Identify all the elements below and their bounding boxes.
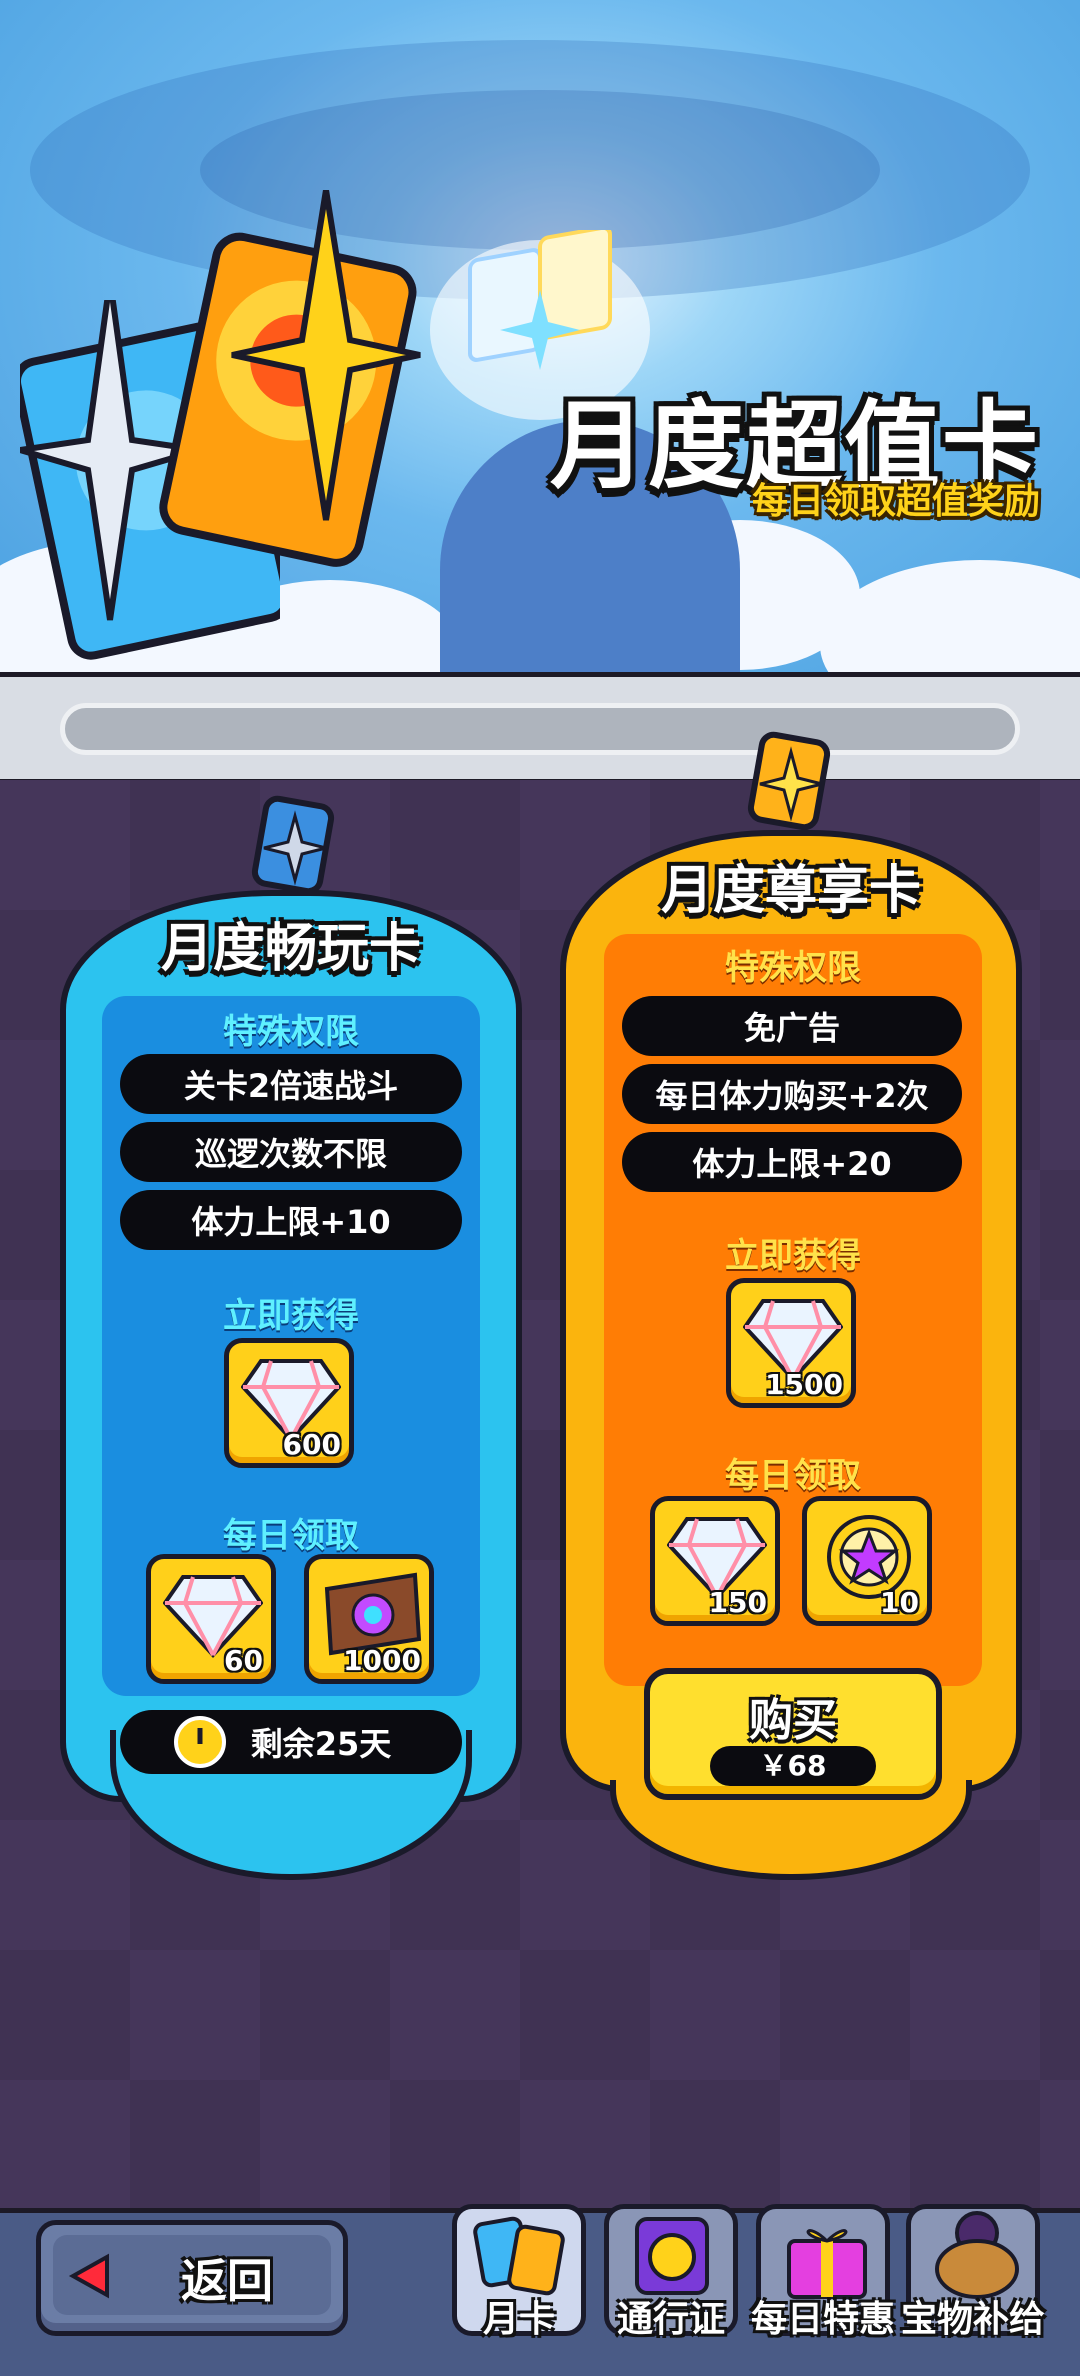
banner-subtitle: 每日领取超值奖励	[751, 481, 1040, 522]
play-daily-item-ticket[interactable]: 1000	[304, 1554, 434, 1684]
back-arrow-icon	[68, 2253, 109, 2299]
cloud	[820, 560, 1080, 672]
tab-monthly-card-label: 月卡	[482, 2299, 555, 2340]
vip-instant-label: 立即获得	[725, 1236, 861, 1276]
buy-button[interactable]: 购买 ￥68	[644, 1668, 942, 1800]
back-button-label: 返回	[181, 2254, 273, 2308]
play-privilege-3: 体力上限+10	[120, 1190, 462, 1250]
tab-daily-deals-label: 每日特惠	[750, 2299, 895, 2340]
tab-treasure-supply-label: 宝物补给	[900, 2299, 1045, 2340]
vip-daily-item-star-coin[interactable]: 10	[802, 1496, 932, 1626]
play-privilege-1: 关卡2倍速战斗	[120, 1054, 462, 1114]
vip-privileges-label: 特殊权限	[725, 948, 861, 988]
buy-button-label: 购买	[749, 1695, 837, 1746]
gold-star-card-icon	[159, 190, 421, 567]
play-daily-item-diamond[interactable]: 60	[146, 1554, 276, 1684]
item-quantity: 60	[224, 1644, 263, 1677]
play-card-title: 月度畅玩卡	[160, 919, 421, 979]
item-quantity: 1000	[343, 1644, 421, 1677]
remaining-days-pill: 剩余25天	[120, 1710, 462, 1774]
vip-daily-item-diamond[interactable]: 150	[650, 1496, 780, 1626]
clock-icon	[174, 1716, 226, 1768]
item-quantity: 10	[880, 1586, 919, 1619]
vip-privilege-3: 体力上限+20	[622, 1132, 962, 1192]
vip-card-badge-icon	[747, 731, 831, 831]
vip-daily-label: 每日领取	[725, 1456, 861, 1496]
vip-privilege-2: 每日体力购买+2次	[622, 1064, 962, 1124]
play-card-badge-icon	[251, 795, 335, 895]
item-quantity: 600	[282, 1428, 341, 1461]
gift-icon	[787, 2229, 867, 2299]
treasure-pot-icon	[935, 2211, 1019, 2299]
banner: 月度超值卡 每日领取超值奖励	[0, 0, 1080, 672]
item-quantity: 1500	[765, 1368, 843, 1401]
monthly-card-screen: 月度超值卡 每日领取超值奖励 月度畅玩卡 特殊权限 关卡2倍速战斗 巡逻次数不限…	[0, 0, 1080, 2376]
remaining-days-text: 剩余25天	[250, 1725, 392, 1763]
vip-card-title: 月度尊享卡	[660, 861, 921, 921]
monthly-card-icon	[473, 2216, 565, 2296]
scroll-divider	[0, 672, 1080, 784]
play-privileges-label: 特殊权限	[223, 1012, 359, 1052]
tab-pass-label: 通行证	[616, 2299, 725, 2340]
pass-icon	[635, 2217, 709, 2295]
play-privilege-2: 巡逻次数不限	[120, 1122, 462, 1182]
play-instant-item[interactable]: 600	[224, 1338, 354, 1468]
buy-price: ￥68	[710, 1746, 876, 1786]
item-quantity: 150	[708, 1586, 767, 1619]
divider-bar	[60, 703, 1020, 755]
vip-instant-item[interactable]: 1500	[726, 1278, 856, 1408]
back-button[interactable]: 返回	[36, 2220, 348, 2336]
vip-privilege-1: 免广告	[622, 996, 962, 1056]
play-daily-label: 每日领取	[223, 1516, 359, 1556]
play-instant-label: 立即获得	[223, 1296, 359, 1336]
